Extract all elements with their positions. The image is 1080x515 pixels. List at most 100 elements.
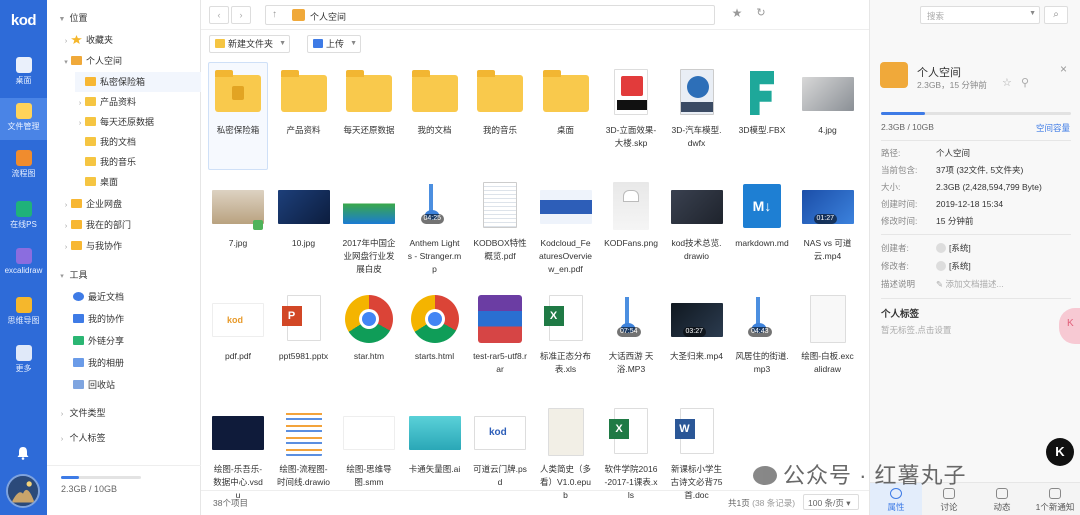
tree-favorites[interactable]: › 收藏夹 (61, 30, 113, 50)
file-item[interactable]: 01:27 NAS vs 可道云.mp4 (798, 175, 858, 283)
tree-item-desktop[interactable]: 桌面 (75, 172, 118, 192)
tree-tools[interactable]: ▾ 工具 (57, 265, 87, 285)
file-item[interactable]: 04:43 风居住的街道.mp3 (732, 288, 792, 396)
info-title: 个人空间 (917, 67, 961, 79)
wechat-icon (753, 466, 777, 485)
tree-album[interactable]: 我的相册 (73, 353, 124, 373)
rail-desktop[interactable]: 桌面 (0, 52, 47, 94)
file-item[interactable]: KODFans.png (601, 175, 661, 283)
prop-value: [系统] (936, 258, 971, 274)
tree-location[interactable]: ▼ 位置 (57, 8, 88, 28)
rail-online-ps[interactable]: 在线PS (0, 196, 47, 238)
tree-recycle[interactable]: 回收站 (73, 375, 115, 395)
pin-icon[interactable]: ⚲ (1021, 76, 1029, 89)
tree-enterprise[interactable]: › 企业网盘 (61, 194, 122, 214)
file-item[interactable]: 10.jpg (274, 175, 334, 283)
tab-activity[interactable]: 动态 (976, 483, 1028, 515)
tree-label: 回收站 (88, 380, 116, 390)
tree-item-restore[interactable]: › 每天还原数据 (75, 112, 154, 132)
breadcrumb[interactable]: 个人空间 (310, 10, 346, 23)
tree-share-links[interactable]: 外链分享 (73, 331, 124, 351)
back-button[interactable]: ‹ (209, 6, 229, 24)
duration-badge: 07:54 (617, 327, 641, 337)
file-item[interactable]: 4.jpg (798, 62, 858, 170)
file-item[interactable]: 2017年中国企业网盘行业发展白皮 (339, 175, 399, 283)
search-input[interactable]: 搜索 ▼ (920, 6, 1040, 24)
file-item[interactable]: 私密保险箱 (208, 62, 268, 170)
file-item[interactable]: 每天还原数据 (339, 62, 399, 170)
quota-link[interactable]: 空间容量 (1036, 122, 1070, 134)
tree-item-vault[interactable]: 私密保险箱 (75, 72, 201, 92)
file-item[interactable]: 我的文档 (405, 62, 465, 170)
watermark: 公众号 · 红薯丸子 (753, 458, 967, 490)
rail-label: 在线PS (10, 220, 37, 229)
file-item[interactable]: starts.html (405, 288, 465, 396)
tree-label: 产品资料 (100, 97, 137, 107)
file-item[interactable]: 04:25 Anthem Lights - Stranger.mp (405, 175, 465, 283)
file-item[interactable]: 7.jpg (208, 175, 268, 283)
file-item[interactable]: 桌面 (536, 62, 596, 170)
file-item[interactable]: X 标准正态分布表.xls (536, 288, 596, 396)
file-item[interactable]: star.htm (339, 288, 399, 396)
tree-tags[interactable]: › 个人标签 (57, 428, 106, 448)
file-name: 4.jpg (818, 125, 837, 135)
tree-label: 私密保险箱 (100, 77, 146, 87)
path-input[interactable]: ↑ 个人空间 (265, 5, 715, 25)
file-item[interactable]: 07:54 大话西游 天浴.MP3 (601, 288, 661, 396)
folder-icon (15, 103, 32, 119)
file-item[interactable]: Kodcloud_FeaturesOverview_en.pdf (536, 175, 596, 283)
star-icon[interactable]: ★ (727, 6, 747, 24)
user-avatar[interactable] (6, 474, 40, 508)
file-item[interactable]: 绘图-白板.excalidraw (798, 288, 858, 396)
tree-department[interactable]: › 我在的部门 (61, 215, 131, 235)
tab-notifications[interactable]: 1个新通知 (1029, 483, 1080, 515)
file-item[interactable]: kod技术总览.drawio (667, 175, 727, 283)
tree-item-docs[interactable]: 我的文档 (75, 132, 136, 152)
star-icon[interactable]: ☆ (1002, 76, 1012, 89)
tree-item-music[interactable]: 我的音乐 (75, 152, 136, 172)
file-item[interactable]: 03:27 大圣归来.mp4 (667, 288, 727, 396)
tree-personal[interactable]: ▾ 个人空间 (61, 51, 122, 71)
arrow-up-icon[interactable]: ↑ (272, 9, 277, 20)
file-item[interactable]: 我的音乐 (470, 62, 530, 170)
page-info: 共1页 (38 条记录) (728, 497, 795, 509)
file-name: 我的音乐 (482, 125, 517, 135)
file-name: 7.jpg (228, 238, 248, 248)
floating-assistant-bubble[interactable]: K (1059, 308, 1080, 344)
rail-excalidraw[interactable]: excalidraw (0, 243, 47, 285)
file-item[interactable]: KODBOX特性概览.pdf (470, 175, 530, 283)
tree-recent[interactable]: 最近文档 (73, 287, 124, 307)
refresh-icon[interactable]: ↻ (751, 6, 771, 24)
chevron-right-icon: › (64, 202, 68, 209)
rail-more[interactable]: 更多 (0, 340, 47, 382)
chevron-down-icon[interactable]: ▼ (1029, 10, 1036, 17)
rail-flowchart[interactable]: 流程图 (0, 145, 47, 187)
tree-my-collab[interactable]: 我的协作 (73, 309, 124, 329)
per-page-select[interactable]: 100 条/页 ▾ (803, 494, 859, 510)
folder-icon (85, 157, 96, 166)
folder-icon (278, 67, 330, 119)
file-item[interactable]: 3D-汽车模型.dwfx (667, 62, 727, 170)
floating-k-badge[interactable]: K (1046, 438, 1074, 466)
file-item[interactable]: 3D模型.FBX (732, 62, 792, 170)
file-item[interactable]: 3D-立面效果-大楼.skp (601, 62, 661, 170)
bell-icon[interactable] (16, 446, 30, 460)
file-item[interactable]: 产品资料 (274, 62, 334, 170)
trash-icon (73, 380, 84, 389)
search-icon[interactable]: ⌕ (1044, 6, 1068, 24)
file-item[interactable]: kod pdf.pdf (208, 288, 268, 396)
file-item[interactable]: M↓ markdown.md (732, 175, 792, 283)
file-name: 10.jpg (291, 238, 316, 248)
tree-collab[interactable]: › 与我协作 (61, 236, 122, 256)
rail-file-manager[interactable]: 文件管理 (0, 98, 47, 140)
rail-mindmap[interactable]: 思维导图 (0, 292, 47, 334)
file-item[interactable]: Pppt5981.pptx (274, 288, 334, 396)
tree-label: 我的音乐 (100, 157, 137, 167)
close-icon[interactable]: × (1060, 62, 1067, 76)
forward-button[interactable]: › (231, 6, 251, 24)
tree-item-product[interactable]: › 产品资料 (75, 92, 136, 112)
info-header: 个人空间 2.3GB，15 分钟前 ☆ ⚲ × (870, 58, 1080, 98)
file-item[interactable]: test-rar5-utf8.rar (470, 288, 530, 396)
tag-hint[interactable]: 暂无标签,点击设置 (881, 324, 951, 336)
tree-filetype[interactable]: › 文件类型 (57, 403, 106, 423)
